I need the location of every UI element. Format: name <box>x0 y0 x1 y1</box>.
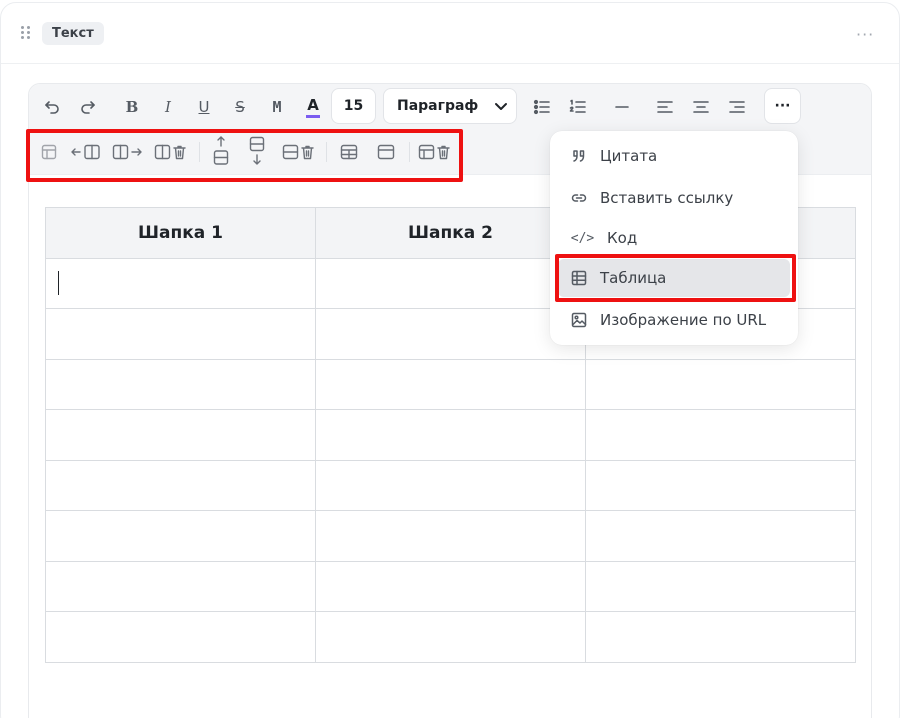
table-cell[interactable] <box>585 409 856 461</box>
toolbar-separator <box>409 142 410 162</box>
table-row <box>45 611 856 663</box>
toolbar-separator <box>199 142 200 162</box>
toggle-header-icon[interactable] <box>375 142 397 162</box>
numbered-list-button[interactable] <box>567 96 589 118</box>
numbered-list-icon <box>569 99 586 113</box>
menu-item-label: Таблица <box>600 269 667 287</box>
monospace-button[interactable]: M <box>266 96 288 118</box>
more-options-button[interactable]: ··· <box>764 88 801 124</box>
delete-column-icon[interactable] <box>153 142 189 162</box>
toolbar-separator <box>326 142 327 162</box>
add-row-above-icon[interactable] <box>211 136 231 166</box>
table-cell[interactable] <box>45 510 316 562</box>
table-cell[interactable] <box>45 308 316 360</box>
table-cell[interactable] <box>315 560 586 612</box>
table-cell[interactable] <box>585 510 856 562</box>
underline-button[interactable]: U <box>193 96 215 118</box>
table-row <box>45 510 856 562</box>
table-cell[interactable] <box>45 257 316 309</box>
table-header-cell[interactable]: Шапка 2 <box>315 207 586 259</box>
block-more-icon[interactable]: ··· <box>856 25 874 44</box>
table-cell[interactable] <box>585 358 856 410</box>
table-cell[interactable] <box>45 560 316 612</box>
table-cell[interactable] <box>45 409 316 461</box>
bullet-list-icon <box>533 99 550 115</box>
text-caret <box>58 271 59 296</box>
table-cell[interactable] <box>315 257 586 309</box>
quote-icon <box>570 147 588 165</box>
text-color-letter: A <box>307 95 319 114</box>
redo-icon <box>81 101 95 114</box>
align-right-icon <box>729 101 745 113</box>
add-column-left-icon[interactable] <box>69 142 103 162</box>
table-cell[interactable] <box>585 560 856 612</box>
table-cell[interactable] <box>315 409 586 461</box>
undo-button[interactable] <box>41 96 63 118</box>
table-cell[interactable] <box>45 611 316 663</box>
table-row <box>45 560 856 612</box>
bold-button[interactable]: B <box>121 96 143 118</box>
block-type-tag: Текст <box>42 22 104 45</box>
table-cell[interactable] <box>315 358 586 410</box>
block-header: Текст ··· <box>1 3 899 64</box>
horizontal-rule-icon <box>615 106 629 108</box>
add-column-right-icon[interactable] <box>111 142 145 162</box>
text-color-button[interactable]: A <box>302 94 324 120</box>
table-cell[interactable] <box>315 510 586 562</box>
insert-dropdown-menu: Цитата Вставить ссылку </> Код Таблица И… <box>550 131 798 345</box>
table-cell[interactable] <box>315 308 586 360</box>
menu-item-label: Вставить ссылку <box>600 189 734 207</box>
drag-handle-icon[interactable] <box>21 26 31 40</box>
image-icon <box>570 311 588 329</box>
menu-item-label: Изображение по URL <box>600 311 767 329</box>
table-cell[interactable] <box>45 358 316 410</box>
table-row <box>45 459 856 511</box>
undo-icon <box>45 101 59 114</box>
add-row-below-icon[interactable] <box>247 136 267 166</box>
table-cell[interactable] <box>585 459 856 511</box>
table-icon <box>570 269 588 287</box>
menu-item-quote[interactable]: Цитата <box>558 137 790 175</box>
table-cell[interactable] <box>45 459 316 511</box>
table-row <box>45 358 856 410</box>
table-header-cell[interactable]: Шапка 1 <box>45 207 316 259</box>
menu-item-insert-link[interactable]: Вставить ссылку <box>558 179 790 217</box>
align-right-button[interactable] <box>726 96 748 118</box>
paragraph-style-select[interactable]: Параграф <box>383 88 517 124</box>
menu-item-code[interactable]: </> Код <box>558 219 790 257</box>
menu-item-table[interactable]: Таблица <box>558 259 790 297</box>
merge-cells-icon[interactable] <box>338 142 360 162</box>
menu-item-label: Код <box>607 229 638 247</box>
horizontal-rule-button[interactable] <box>611 96 633 118</box>
delete-table-icon[interactable] <box>417 142 453 162</box>
align-left-button[interactable] <box>654 96 676 118</box>
font-size-input[interactable]: 15 <box>331 88 376 124</box>
chevron-down-icon <box>495 103 507 110</box>
table-properties-icon[interactable] <box>39 142 59 162</box>
align-center-button[interactable] <box>690 96 712 118</box>
redo-button[interactable] <box>77 96 99 118</box>
bullet-list-button[interactable] <box>531 96 553 118</box>
strikethrough-button[interactable]: S <box>229 96 251 118</box>
menu-item-label: Цитата <box>600 147 658 165</box>
delete-row-icon[interactable] <box>281 142 317 162</box>
align-left-icon <box>657 101 673 113</box>
paragraph-style-label: Параграф <box>397 98 479 114</box>
menu-item-image-url[interactable]: Изображение по URL <box>558 301 790 339</box>
table-cell[interactable] <box>315 459 586 511</box>
table-cell[interactable] <box>585 611 856 663</box>
table-cell[interactable] <box>315 611 586 663</box>
italic-button[interactable]: I <box>157 96 179 118</box>
table-row <box>45 409 856 461</box>
code-icon: </> <box>570 230 595 246</box>
align-center-icon <box>693 101 709 113</box>
text-color-swatch <box>306 114 320 118</box>
link-icon <box>570 189 588 207</box>
